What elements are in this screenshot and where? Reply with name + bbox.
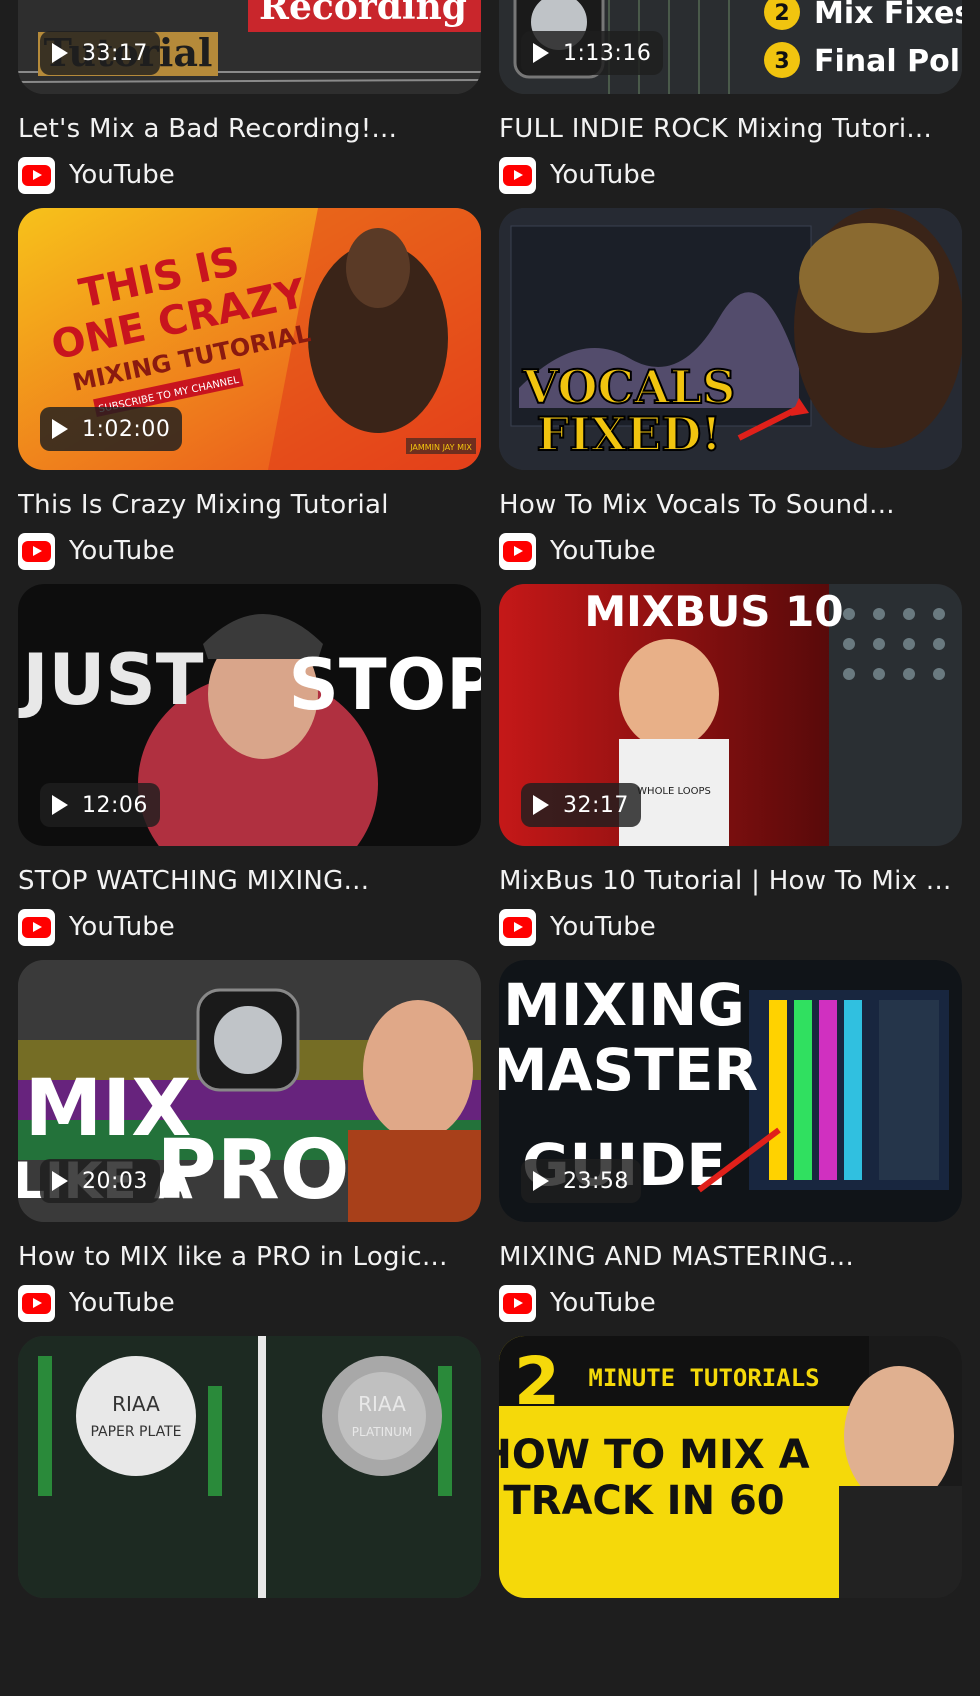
- play-icon: [533, 1171, 549, 1191]
- video-card[interactable]: JUST STOP 12:06 STOP WATCHING MIXING... …: [18, 584, 481, 946]
- source-label: YouTube: [69, 536, 175, 566]
- youtube-icon: [499, 532, 536, 570]
- video-card[interactable]: MIXING MASTER GUIDE 23:58 MIXING AND MAS…: [499, 960, 962, 1322]
- thumb-text: PAPER PLATE: [90, 1424, 181, 1440]
- thumb-text: 2: [774, 1, 789, 26]
- video-source: YouTube: [18, 908, 175, 946]
- play-icon: [533, 43, 549, 63]
- duration-text: 32:17: [563, 792, 629, 818]
- thumb-text: Recording: [259, 0, 467, 28]
- thumb-text: TRACK IN 60: [503, 1478, 784, 1524]
- video-source: YouTube: [18, 156, 175, 194]
- video-card[interactable]: MIX LIKE A PRO 20:03 How to MIX like a P…: [18, 960, 481, 1322]
- source-label: YouTube: [69, 160, 175, 190]
- video-title[interactable]: STOP WATCHING MIXING...: [18, 866, 481, 896]
- duration-badge: 32:17: [521, 783, 641, 827]
- duration-badge: 20:03: [40, 1159, 160, 1203]
- duration-badge: 1:02:00: [40, 407, 183, 451]
- video-card[interactable]: VOCALS FIXED! How To Mix Vocals To Sound…: [499, 208, 962, 570]
- thumb-text: MINUTE TUTORIALS: [588, 1364, 819, 1392]
- play-icon: [533, 795, 549, 815]
- video-thumbnail[interactable]: 2 Mix Fixes 3 Final Polish 1:13:16: [499, 0, 962, 94]
- duration-badge: 33:17: [40, 31, 160, 75]
- thumb-text: HOW TO MIX A: [499, 1432, 810, 1478]
- duration-text: 12:06: [82, 792, 148, 818]
- video-thumbnail[interactable]: THIS IS ONE CRAZY MIXING TUTORIAL SUBSCR…: [18, 208, 481, 470]
- video-thumbnail[interactable]: MIXBUS 10 WHOLE LOOPS 32:17: [499, 584, 962, 846]
- video-title[interactable]: How to MIX like a PRO in Logic...: [18, 1242, 481, 1272]
- video-title[interactable]: Let's Mix a Bad Recording!...: [18, 114, 481, 144]
- thumb-text: RIAA: [358, 1392, 406, 1416]
- thumb-text: FIXED!: [536, 407, 721, 461]
- thumb-text: PRO: [157, 1123, 350, 1218]
- play-icon: [52, 795, 68, 815]
- video-source: YouTube: [499, 1284, 656, 1322]
- video-thumbnail[interactable]: MIXING MASTER GUIDE 23:58: [499, 960, 962, 1222]
- video-title[interactable]: This Is Crazy Mixing Tutorial: [18, 490, 481, 520]
- play-icon: [52, 43, 68, 63]
- video-card[interactable]: RIAA PAPER PLATE RIAA PLATINUM: [18, 1336, 481, 1696]
- source-label: YouTube: [550, 1288, 656, 1318]
- source-label: YouTube: [550, 536, 656, 566]
- video-card[interactable]: MIXBUS 10 WHOLE LOOPS 32:17 MixBus 10 Tu…: [499, 584, 962, 946]
- play-icon: [52, 419, 68, 439]
- video-title[interactable]: MIXING AND MASTERING...: [499, 1242, 962, 1272]
- youtube-icon: [18, 1284, 55, 1322]
- youtube-icon: [499, 908, 536, 946]
- video-title[interactable]: FULL INDIE ROCK Mixing Tutori...: [499, 114, 962, 144]
- thumb-text: MASTER: [499, 1036, 758, 1104]
- duration-text: 33:17: [82, 40, 148, 66]
- thumb-text: MIXING: [503, 971, 745, 1039]
- thumb-text: VOCALS: [522, 360, 736, 414]
- video-source: YouTube: [18, 1284, 175, 1322]
- thumb-text: PLATINUM: [352, 1425, 412, 1439]
- thumbnail-art: RIAA PAPER PLATE RIAA PLATINUM: [18, 1336, 481, 1598]
- video-thumbnail[interactable]: VOCALS FIXED!: [499, 208, 962, 470]
- source-label: YouTube: [550, 912, 656, 942]
- video-thumbnail[interactable]: MIX LIKE A PRO 20:03: [18, 960, 481, 1222]
- video-card[interactable]: Recording Tutorial 33:17 Let's Mix a Bad…: [18, 0, 481, 194]
- video-thumbnail[interactable]: JUST STOP 12:06: [18, 584, 481, 846]
- youtube-icon: [499, 156, 536, 194]
- thumb-text: Mix Fixes: [814, 0, 962, 31]
- thumb-text: Final Polish: [814, 44, 962, 79]
- duration-text: 23:58: [563, 1168, 629, 1194]
- duration-badge: 12:06: [40, 783, 160, 827]
- thumb-text: JUST: [18, 639, 203, 721]
- thumb-text: 2: [514, 1343, 560, 1420]
- youtube-icon: [18, 156, 55, 194]
- video-card[interactable]: 2 MINUTE TUTORIALS HOW TO MIX A TRACK IN…: [499, 1336, 962, 1696]
- thumb-text: MIXBUS 10: [584, 587, 843, 636]
- play-icon: [52, 1171, 68, 1191]
- video-source: YouTube: [499, 156, 656, 194]
- duration-text: 1:02:00: [82, 416, 171, 442]
- youtube-icon: [18, 532, 55, 570]
- video-card[interactable]: 2 Mix Fixes 3 Final Polish 1:13:16 FULL …: [499, 0, 962, 194]
- thumb-text: 3: [774, 49, 789, 74]
- thumbnail-art: 2 MINUTE TUTORIALS HOW TO MIX A TRACK IN…: [499, 1336, 962, 1598]
- video-source: YouTube: [18, 532, 175, 570]
- duration-text: 1:13:16: [563, 40, 652, 66]
- duration-badge: 1:13:16: [521, 31, 664, 75]
- video-thumbnail[interactable]: 2 MINUTE TUTORIALS HOW TO MIX A TRACK IN…: [499, 1336, 962, 1598]
- thumb-text: STOP: [289, 644, 481, 726]
- video-thumbnail[interactable]: RIAA PAPER PLATE RIAA PLATINUM: [18, 1336, 481, 1598]
- video-thumbnail[interactable]: Recording Tutorial 33:17: [18, 0, 481, 94]
- duration-text: 20:03: [82, 1168, 148, 1194]
- video-title[interactable]: MixBus 10 Tutorial | How To Mix ...: [499, 866, 962, 896]
- youtube-icon: [18, 908, 55, 946]
- source-label: YouTube: [69, 1288, 175, 1318]
- thumb-text: JAMMIN JAY MIX: [409, 443, 472, 452]
- video-source: YouTube: [499, 532, 656, 570]
- source-label: YouTube: [550, 160, 656, 190]
- video-title[interactable]: How To Mix Vocals To Sound...: [499, 490, 962, 520]
- video-card[interactable]: THIS IS ONE CRAZY MIXING TUTORIAL SUBSCR…: [18, 208, 481, 570]
- video-source: YouTube: [499, 908, 656, 946]
- thumb-text: WHOLE LOOPS: [637, 786, 711, 797]
- source-label: YouTube: [69, 912, 175, 942]
- youtube-icon: [499, 1284, 536, 1322]
- thumbnail-art: VOCALS FIXED!: [499, 208, 962, 470]
- thumb-text: RIAA: [112, 1392, 160, 1416]
- duration-badge: 23:58: [521, 1159, 641, 1203]
